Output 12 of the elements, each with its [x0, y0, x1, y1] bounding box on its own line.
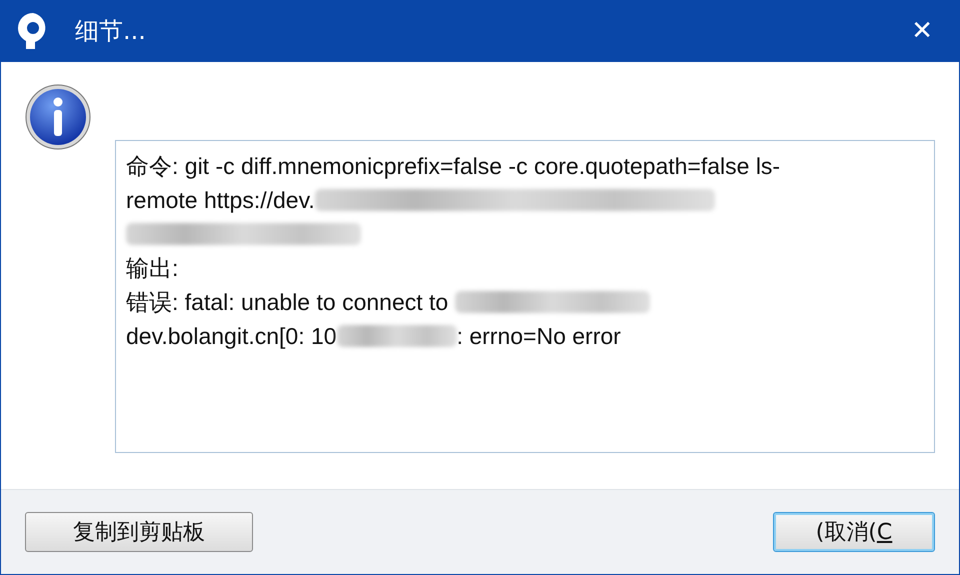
- details-text: : errno=No error: [456, 322, 621, 351]
- window-title: 细节...: [75, 16, 147, 47]
- details-text: dev.bolangit.cn[0: 10: [126, 322, 337, 351]
- details-text-area[interactable]: 命令: git -c diff.mnemonicprefix=false -c core.quotepath=false ls- remote https://dev. 输出: 错误: fatal: unable to connect to dev.bolangit.cn[0: 10 : errno=No error: [115, 140, 935, 453]
- close-button[interactable]: ✕: [903, 12, 941, 50]
- details-text: 命令: git -c diff.mnemonicprefix=false -c core.quotepath=false ls-: [126, 152, 780, 181]
- details-text: remote https://dev.: [126, 186, 315, 215]
- copy-button[interactable]: 复制到剪贴板: [25, 512, 253, 552]
- info-icon: [25, 84, 91, 150]
- details-text: 输出:: [126, 254, 178, 283]
- cancel-button[interactable]: (取消(C: [773, 512, 935, 552]
- details-text: 错误: fatal: unable to connect to: [126, 288, 450, 317]
